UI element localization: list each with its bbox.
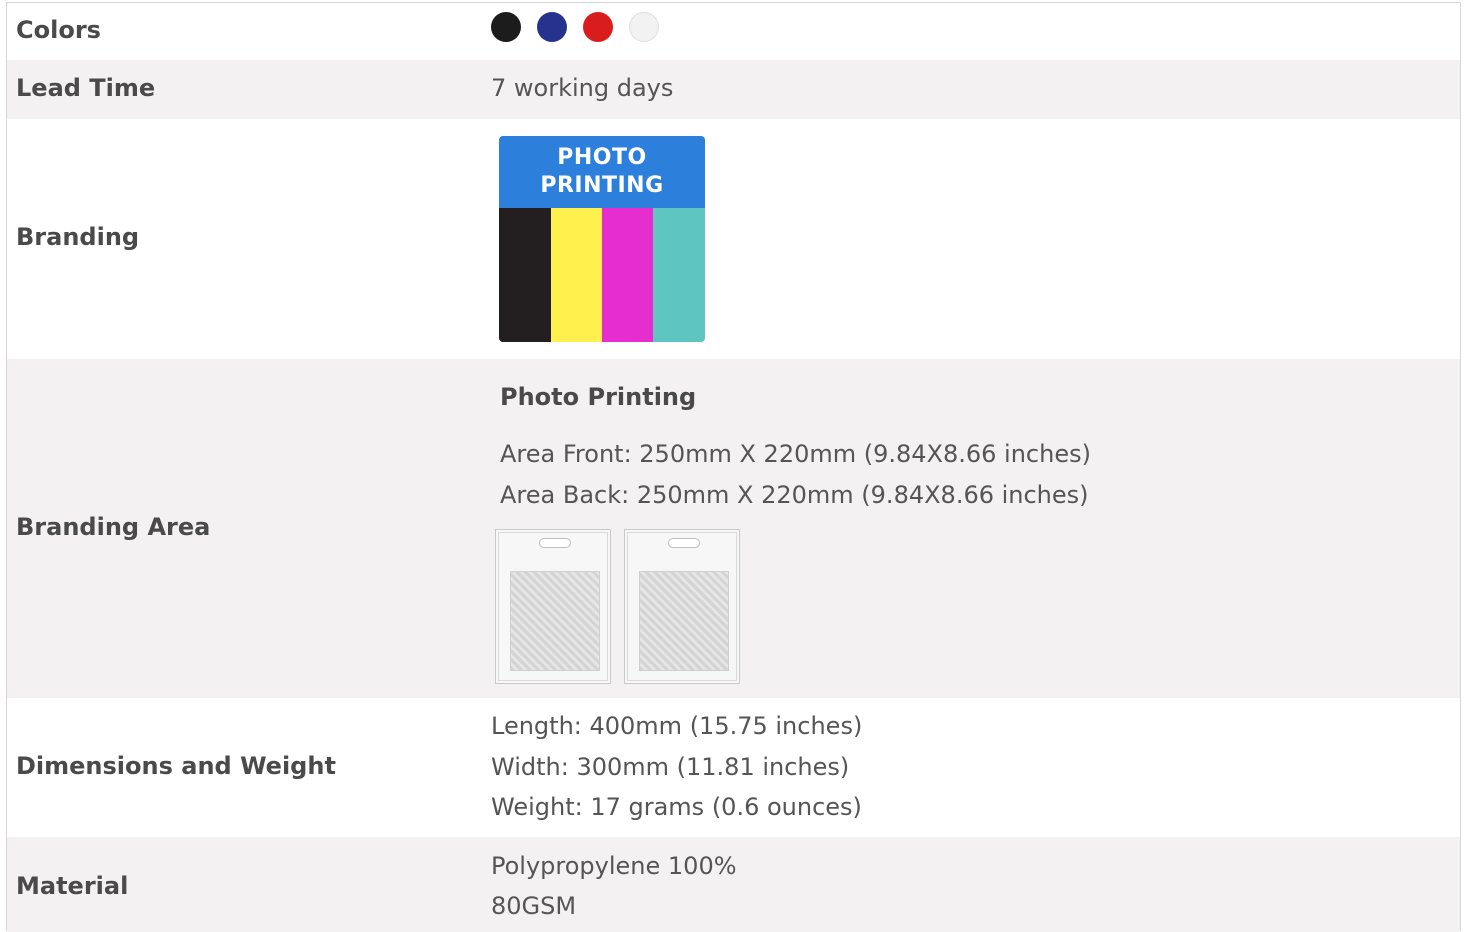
spec-label-lead-time: Lead Time: [16, 74, 156, 102]
photo-printing-logo: PHOTO PRINTING: [499, 136, 705, 342]
spec-row-lead-time: Lead Time 7 working days: [7, 60, 1460, 119]
bag-back-icon: [624, 529, 740, 684]
branding-area-back: Area Back: 250mm X 220mm (9.84X8.66 inch…: [500, 481, 1089, 509]
spec-label-branding-area: Branding Area: [16, 513, 211, 541]
dimension-width: Width: 300mm (11.81 inches): [491, 753, 850, 781]
color-swatch-red[interactable]: [583, 12, 613, 42]
spec-row-colors: Colors: [7, 3, 1460, 60]
branding-method-title: Photo Printing: [500, 383, 697, 411]
spec-label-material: Material: [16, 872, 129, 900]
color-swatch-black[interactable]: [491, 12, 521, 42]
material-composition: Polypropylene 100%: [491, 852, 737, 880]
logo-stripe-cyan: [653, 208, 705, 342]
spec-row-dimensions: Dimensions and Weight Length: 400mm (15.…: [7, 698, 1460, 837]
bag-back-handle: [668, 538, 700, 548]
spec-row-branding: Branding PHOTO PRINTING: [7, 119, 1460, 359]
logo-stripe-black: [499, 208, 551, 342]
bag-front-icon: [495, 529, 611, 684]
logo-text-line1: PHOTO: [557, 145, 647, 170]
bag-front-handle: [539, 538, 571, 548]
branding-area-front: Area Front: 250mm X 220mm (9.84X8.66 inc…: [500, 440, 1091, 468]
color-swatches: [491, 12, 659, 42]
color-swatch-navy-blue[interactable]: [537, 12, 567, 42]
spec-row-branding-area: Branding Area Photo Printing Area Front:…: [7, 359, 1460, 698]
logo-text-line2: PRINTING: [540, 173, 664, 198]
lead-time-value: 7 working days: [491, 74, 674, 102]
logo-stripe-yellow: [551, 208, 602, 342]
dimension-weight: Weight: 17 grams (0.6 ounces): [491, 793, 862, 821]
spec-label-colors: Colors: [16, 16, 101, 44]
bag-front-print-area: [510, 571, 600, 671]
material-weight-gsm: 80GSM: [491, 892, 577, 920]
spec-row-material: Material Polypropylene 100% 80GSM: [7, 837, 1460, 932]
dimension-length: Length: 400mm (15.75 inches): [491, 712, 863, 740]
photo-printing-logo-header: PHOTO PRINTING: [499, 136, 705, 208]
spec-label-branding: Branding: [16, 223, 140, 251]
product-spec-table: Colors Lead Time 7 working days Branding…: [6, 2, 1461, 932]
color-swatch-white[interactable]: [629, 12, 659, 42]
logo-stripe-magenta: [602, 208, 653, 342]
spec-label-dimensions: Dimensions and Weight: [16, 752, 336, 780]
bag-back-print-area: [639, 571, 729, 671]
